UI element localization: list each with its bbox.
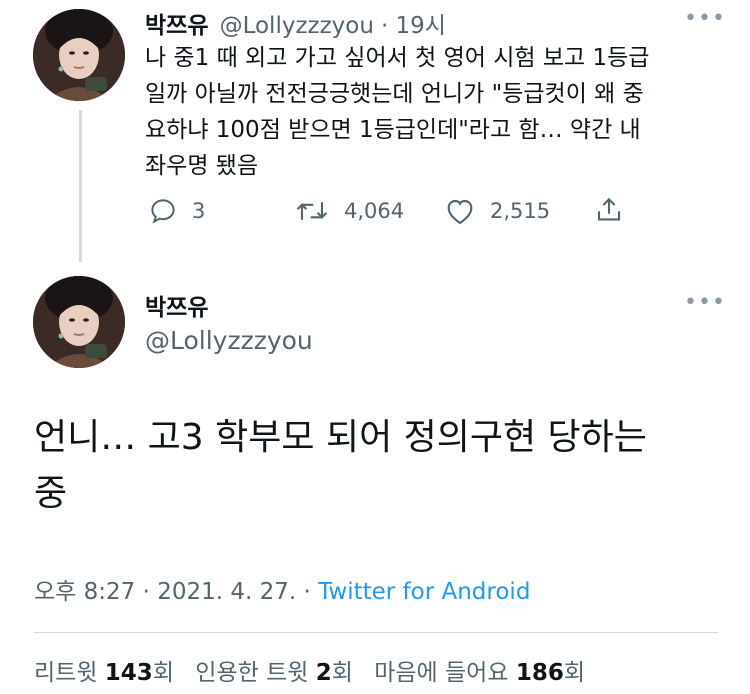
quotes-stat[interactable]: 인용한 트윗 2회 (195, 660, 360, 686)
thread-connector (79, 110, 82, 262)
tweet-text-line: 좌우명 됐음 (145, 153, 259, 179)
quotes-label: 인용한 트윗 (195, 660, 309, 686)
avatar-image (33, 276, 125, 368)
tweet-time-ago[interactable]: 19시 (395, 13, 445, 39)
reply-tweet-text: 나 중1 때 외고 가고 싶어서 첫 영어 시험 보고 1등급 일까 아닐까 전… (145, 40, 725, 184)
tweet-text-line: 요하냐 100점 받으면 1등급인데"라고 함… 약간 내 (145, 117, 641, 143)
likes-label: 마음에 들어요 (374, 660, 509, 686)
avatar-image (33, 9, 125, 101)
retweets-value: 143 (104, 660, 153, 686)
retweets-stat[interactable]: 리트윗 143회 (34, 660, 181, 686)
avatar[interactable] (33, 276, 125, 368)
tweet-text-line: 중 (34, 473, 68, 514)
share-icon (597, 197, 621, 221)
main-tweet-text: 언니… 고3 학부모 되어 정의구현 당하는 중 (34, 410, 724, 522)
quotes-value: 2 (315, 660, 332, 686)
reply-button[interactable]: 3 (148, 196, 205, 226)
quotes-unit: 회 (331, 660, 353, 686)
tweet-text-line: 언니… 고3 학부모 되어 정의구현 당하는 (34, 417, 647, 458)
reply-count: 3 (192, 199, 206, 223)
display-name[interactable]: 박쯔유 (145, 13, 208, 39)
retweets-label: 리트윗 (34, 660, 98, 686)
tweet-time[interactable]: 오후 8:27 (34, 579, 135, 605)
like-button[interactable]: 2,515 (444, 196, 550, 226)
divider (34, 632, 718, 633)
like-count: 2,515 (490, 199, 551, 223)
likes-stat[interactable]: 마음에 들어요 186회 (374, 660, 585, 686)
share-button[interactable] (594, 194, 638, 226)
more-options-icon[interactable]: ••• (684, 6, 726, 31)
tweet-text-line: 일까 아닐까 전전긍긍햇는데 언니가 "등급컷이 왜 중 (145, 81, 644, 107)
reply-icon (151, 199, 175, 224)
meta-separator: · (303, 579, 311, 605)
user-handle[interactable]: @Lollyzzzyou (220, 13, 374, 39)
likes-unit: 회 (563, 660, 586, 686)
tweet-meta: 오후 8:27 · 2021. 4. 27. · Twitter for And… (34, 572, 530, 606)
more-options-icon[interactable]: ••• (684, 290, 726, 315)
user-handle[interactable]: @Lollyzzzyou (145, 326, 313, 355)
retweet-icon (296, 202, 328, 220)
retweets-unit: 회 (152, 660, 174, 686)
meta-separator: · (142, 579, 150, 605)
tweet-source-link[interactable]: Twitter for Android (318, 579, 530, 605)
heart-icon (447, 199, 473, 225)
header-separator: · (381, 13, 389, 39)
engagement-stats: 리트윗 143회 인용한 트윗 2회 마음에 들어요 186회 (34, 653, 585, 687)
avatar[interactable] (33, 9, 125, 101)
retweet-count: 4,064 (344, 199, 405, 223)
reply-tweet-header: 박쯔유 @Lollyzzzyou · 19시 (145, 6, 446, 40)
display-name[interactable]: 박쯔유 (145, 288, 208, 322)
tweet-date[interactable]: 2021. 4. 27. (157, 579, 296, 605)
likes-value: 186 (515, 660, 564, 686)
retweet-button[interactable]: 4,064 (294, 196, 404, 226)
tweet-text-line: 나 중1 때 외고 가고 싶어서 첫 영어 시험 보고 1등급 (145, 45, 650, 71)
